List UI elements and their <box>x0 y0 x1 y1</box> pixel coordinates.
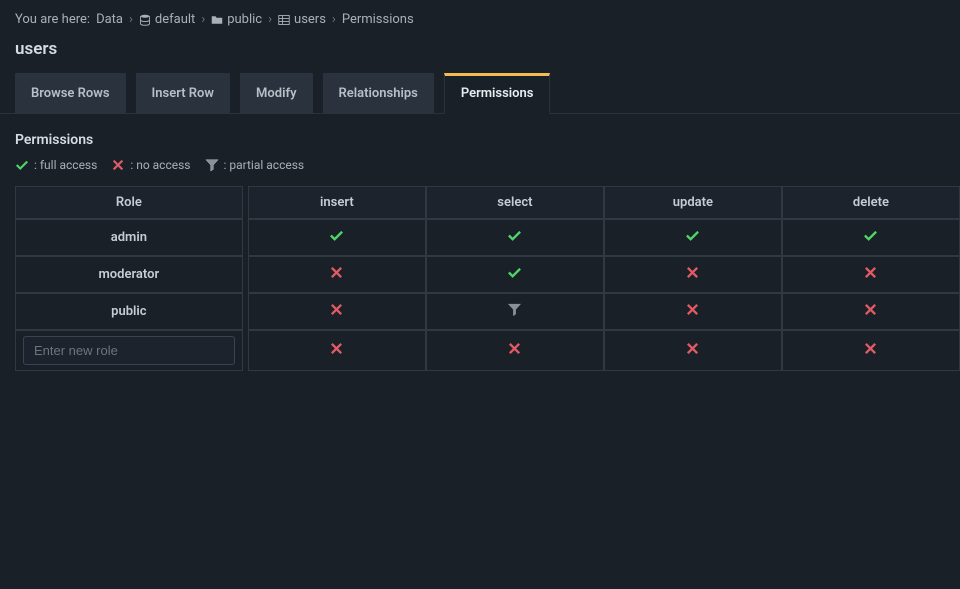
table-row: public <box>15 293 960 330</box>
x-icon <box>685 302 700 317</box>
role-cell[interactable]: moderator <box>15 256 243 293</box>
perm-cell[interactable] <box>426 293 604 330</box>
tab-browse-rows[interactable]: Browse Rows <box>15 73 126 113</box>
breadcrumb-prefix: You are here: <box>15 12 90 27</box>
th-role: Role <box>15 186 243 219</box>
perm-cell[interactable] <box>782 293 960 330</box>
role-cell[interactable]: admin <box>15 219 243 256</box>
x-icon <box>863 341 878 356</box>
check-icon <box>685 228 700 243</box>
perm-cell[interactable] <box>782 330 960 371</box>
legend: : full access : no access : partial acce… <box>0 158 960 186</box>
x-icon <box>329 302 344 317</box>
perm-cell[interactable] <box>248 330 426 371</box>
tab-permissions[interactable]: Permissions <box>444 73 551 114</box>
folder-icon <box>211 14 223 26</box>
chevron-right-icon: › <box>129 12 133 27</box>
legend-full: : full access <box>15 158 97 172</box>
database-icon <box>139 14 151 26</box>
chevron-right-icon: › <box>201 12 205 27</box>
breadcrumb: You are here: Data › default › public › … <box>0 0 960 35</box>
page-title: users <box>0 35 960 73</box>
perm-cell[interactable] <box>604 330 782 371</box>
x-icon <box>329 265 344 280</box>
funnel-icon <box>205 158 219 172</box>
x-icon <box>507 341 522 356</box>
check-icon <box>507 228 522 243</box>
th-select[interactable]: select <box>426 186 604 219</box>
tab-relationships[interactable]: Relationships <box>323 73 434 113</box>
check-icon <box>15 158 29 172</box>
breadcrumb-item-data[interactable]: Data <box>96 12 123 27</box>
new-role-input[interactable] <box>23 336 235 365</box>
check-icon <box>863 228 878 243</box>
perm-cell[interactable] <box>782 256 960 293</box>
perm-cell[interactable] <box>782 219 960 256</box>
tab-insert-row[interactable]: Insert Row <box>136 73 231 113</box>
chevron-right-icon: › <box>332 12 336 27</box>
perm-cell[interactable] <box>426 330 604 371</box>
tab-modify[interactable]: Modify <box>240 73 313 113</box>
x-icon <box>111 158 125 172</box>
x-icon <box>329 341 344 356</box>
breadcrumb-item-default[interactable]: default <box>139 12 195 27</box>
perm-cell[interactable] <box>248 219 426 256</box>
role-cell[interactable]: public <box>15 293 243 330</box>
perm-cell[interactable] <box>426 256 604 293</box>
th-delete[interactable]: delete <box>782 186 960 219</box>
new-role-cell <box>15 330 243 371</box>
table-row: moderator <box>15 256 960 293</box>
breadcrumb-item-public[interactable]: public <box>211 12 262 27</box>
th-update[interactable]: update <box>604 186 782 219</box>
perm-cell[interactable] <box>604 293 782 330</box>
x-icon <box>863 265 878 280</box>
funnel-icon <box>507 302 522 317</box>
x-icon <box>863 302 878 317</box>
perm-cell[interactable] <box>604 256 782 293</box>
check-icon <box>329 228 344 243</box>
breadcrumb-item-permissions: Permissions <box>342 12 414 27</box>
section-title: Permissions <box>0 114 960 158</box>
permissions-table: Role insert select update delete adminmo… <box>15 186 960 371</box>
table-icon <box>278 14 290 26</box>
breadcrumb-item-users[interactable]: users <box>278 12 326 27</box>
x-icon <box>685 265 700 280</box>
th-insert[interactable]: insert <box>248 186 426 219</box>
legend-none: : no access <box>111 158 190 172</box>
table-row: admin <box>15 219 960 256</box>
new-role-row <box>15 330 960 371</box>
legend-partial: : partial access <box>205 158 305 172</box>
x-icon <box>685 341 700 356</box>
perm-cell[interactable] <box>248 256 426 293</box>
perm-cell[interactable] <box>248 293 426 330</box>
check-icon <box>507 265 522 280</box>
chevron-right-icon: › <box>268 12 272 27</box>
perm-cell[interactable] <box>426 219 604 256</box>
tabs: Browse Rows Insert Row Modify Relationsh… <box>0 73 960 114</box>
perm-cell[interactable] <box>604 219 782 256</box>
